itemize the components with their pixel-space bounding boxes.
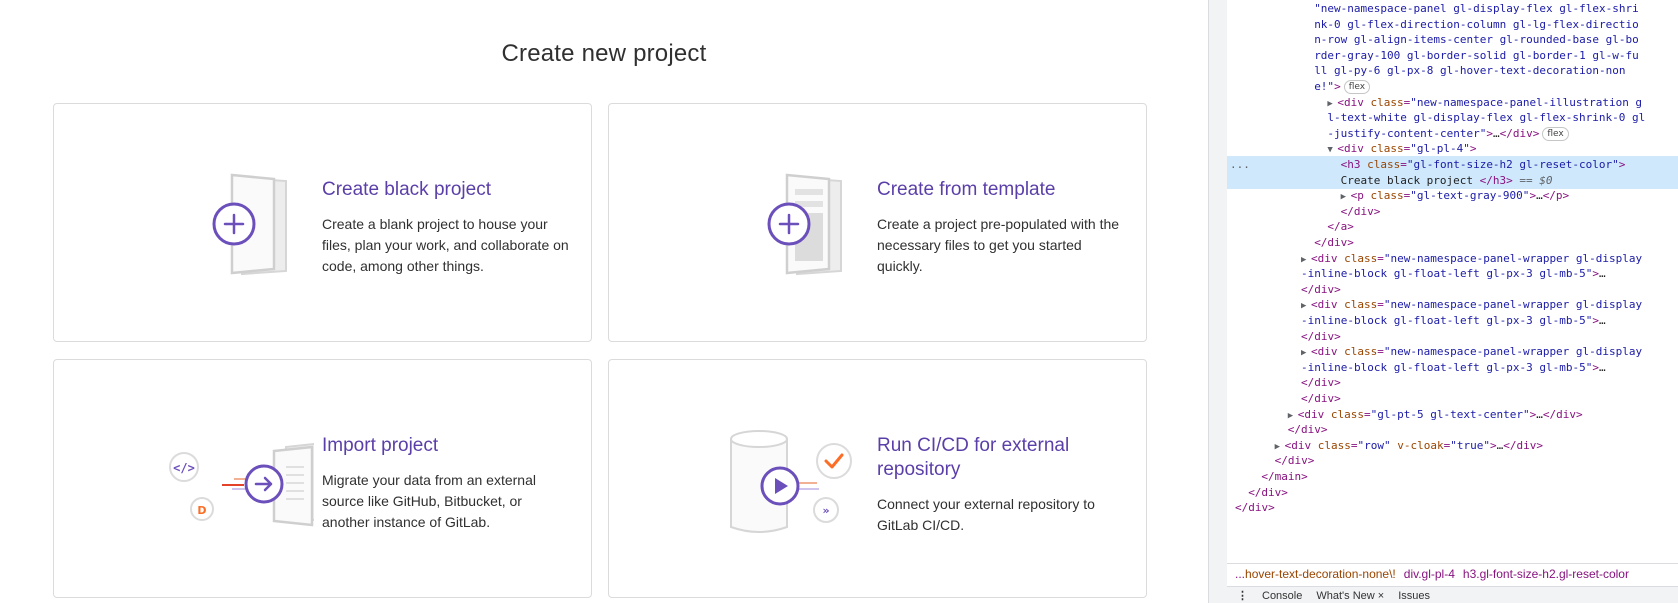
create-from-template-panel[interactable]: Create from template Create a project pr… [608, 103, 1147, 342]
dom-node-line[interactable]: ▶ <div class="new-namespace-panel-wrapper… [1227, 250, 1642, 267]
devtools-drawer: ⋮ Console What's New × Issues [1227, 586, 1678, 603]
run-cicd-panel[interactable]: » Run CI/CD for external repository Conn… [608, 359, 1147, 598]
breadcrumb-item[interactable]: hover-text-decoration-none\! [1245, 567, 1396, 581]
dom-node-selected[interactable]: ... <h3 class="gl-font-size-h2 gl-reset-c… [1227, 156, 1678, 173]
tab-console[interactable]: Console [1262, 590, 1302, 602]
panel-title[interactable]: Create black project [322, 178, 571, 202]
cicd-illustration: » [669, 409, 869, 549]
breadcrumb-item-current[interactable]: h3.gl-font-size-h2.gl-reset-color [1463, 567, 1629, 581]
dom-node-line[interactable]: -justify-content-center">…</div> flex [1227, 125, 1569, 142]
dom-node-line[interactable]: ▶ <div class="new-namespace-panel-wrapper… [1227, 343, 1642, 360]
dom-node-line[interactable]: ▼ <div class="gl-pl-4"> [1227, 140, 1476, 157]
import-arrow-icon: </> D [169, 442, 314, 526]
dom-node-line[interactable]: </a> [1227, 218, 1354, 235]
dom-node-line[interactable]: e!"> flex [1227, 78, 1371, 95]
dom-node-line[interactable]: </div> [1227, 234, 1354, 251]
dom-node-line[interactable]: "new-namespace-panel gl-display-flex gl-… [1227, 0, 1639, 17]
tab-whats-new[interactable]: What's New × [1316, 590, 1384, 602]
dom-node-line[interactable]: ▶ <p class="gl-text-gray-900">…</p> [1227, 187, 1570, 204]
dom-node-line[interactable]: </div> [1227, 281, 1341, 298]
panel-description: Create a project pre-populated with the … [877, 216, 1120, 274]
create-blank-project-panel[interactable]: Create black project Create a blank proj… [53, 103, 592, 342]
blank-project-plus-icon [212, 173, 287, 275]
dom-node-line[interactable]: -inline-block gl-float-left gl-px-3 gl-m… [1227, 265, 1606, 282]
breadcrumb-ellipsis[interactable]: ... [1235, 567, 1245, 581]
dom-node-line[interactable]: ▶ <div class="gl-pt-5 gl-text-center">…</… [1227, 406, 1583, 423]
dom-node-line[interactable]: </div> [1227, 390, 1341, 407]
svg-text:»: » [822, 504, 829, 517]
dom-node-line[interactable]: ▶ <div class="new-namespace-panel-illustr… [1227, 94, 1642, 111]
dom-node-line[interactable]: rder-gray-100 gl-border-solid gl-border-… [1227, 47, 1639, 64]
dom-node-line[interactable]: nk-0 gl-flex-direction-column gl-lg-flex… [1227, 16, 1639, 33]
blank-project-illustration [114, 153, 314, 293]
template-illustration [669, 153, 869, 293]
devtools-resize-handle[interactable] [1208, 0, 1227, 603]
dom-node-line[interactable]: </div> [1227, 452, 1315, 469]
cicd-play-icon: » [730, 429, 852, 533]
panel-description: Create a blank project to house your fil… [322, 216, 569, 274]
page-title: Create new project [501, 40, 707, 67]
dom-node-line[interactable]: ▶ <div class="row" v-cloak="true">…</div> [1227, 437, 1543, 454]
panel-description: Connect your external repository to GitL… [877, 496, 1095, 533]
dom-node-line[interactable]: </div> [1227, 484, 1288, 501]
panel-description: Migrate your data from an external sourc… [322, 472, 536, 530]
dom-node-line[interactable]: l-text-white gl-display-flex gl-flex-shr… [1227, 109, 1645, 126]
import-illustration: </> D [114, 409, 314, 549]
import-project-panel[interactable]: </> D Import project Migrate your data f… [53, 359, 592, 598]
more-options-icon[interactable]: ⋮ [1237, 590, 1248, 602]
selected-node-ellipsis[interactable]: ... [1230, 156, 1250, 173]
devtools-panel: "new-namespace-panel gl-display-flex gl-… [1227, 0, 1678, 603]
dom-node-line[interactable]: </div> [1227, 328, 1341, 345]
dom-node-line[interactable]: </div> [1227, 203, 1381, 220]
dom-node-line[interactable]: ▶ <div class="new-namespace-panel-wrapper… [1227, 296, 1642, 313]
tab-issues[interactable]: Issues [1398, 590, 1430, 602]
devtools-breadcrumbs: ...hover-text-decoration-none\! div.gl-pl… [1227, 563, 1678, 585]
breadcrumb-item[interactable]: div.gl-pl-4 [1404, 567, 1455, 581]
template-plus-icon [767, 173, 842, 275]
app-content: Create new project Create black project … [0, 0, 1208, 603]
dom-node-line[interactable]: ll gl-py-6 gl-px-8 gl-hover-text-decorat… [1227, 62, 1625, 79]
dom-tree[interactable]: "new-namespace-panel gl-display-flex gl-… [1227, 0, 1678, 563]
panel-title[interactable]: Create from template [877, 178, 1126, 202]
dom-node-line[interactable]: n-row gl-align-items-center gl-rounded-b… [1227, 31, 1639, 48]
dom-node-line[interactable]: -inline-block gl-float-left gl-px-3 gl-m… [1227, 359, 1606, 376]
dom-node-line[interactable]: </div> [1227, 421, 1328, 438]
panel-title[interactable]: Run CI/CD for external repository [877, 434, 1126, 482]
dom-node-line[interactable]: </main> [1227, 468, 1307, 485]
dom-node-selected[interactable]: Create black project </h3> == $0 [1227, 171, 1678, 189]
panel-title[interactable]: Import project [322, 434, 571, 458]
dom-node-line[interactable]: -inline-block gl-float-left gl-px-3 gl-m… [1227, 312, 1606, 329]
dom-node-line[interactable]: </div> [1227, 374, 1341, 391]
svg-text:</>: </> [173, 461, 195, 475]
svg-text:D: D [197, 504, 206, 517]
dom-node-line[interactable]: </div> [1227, 499, 1275, 516]
